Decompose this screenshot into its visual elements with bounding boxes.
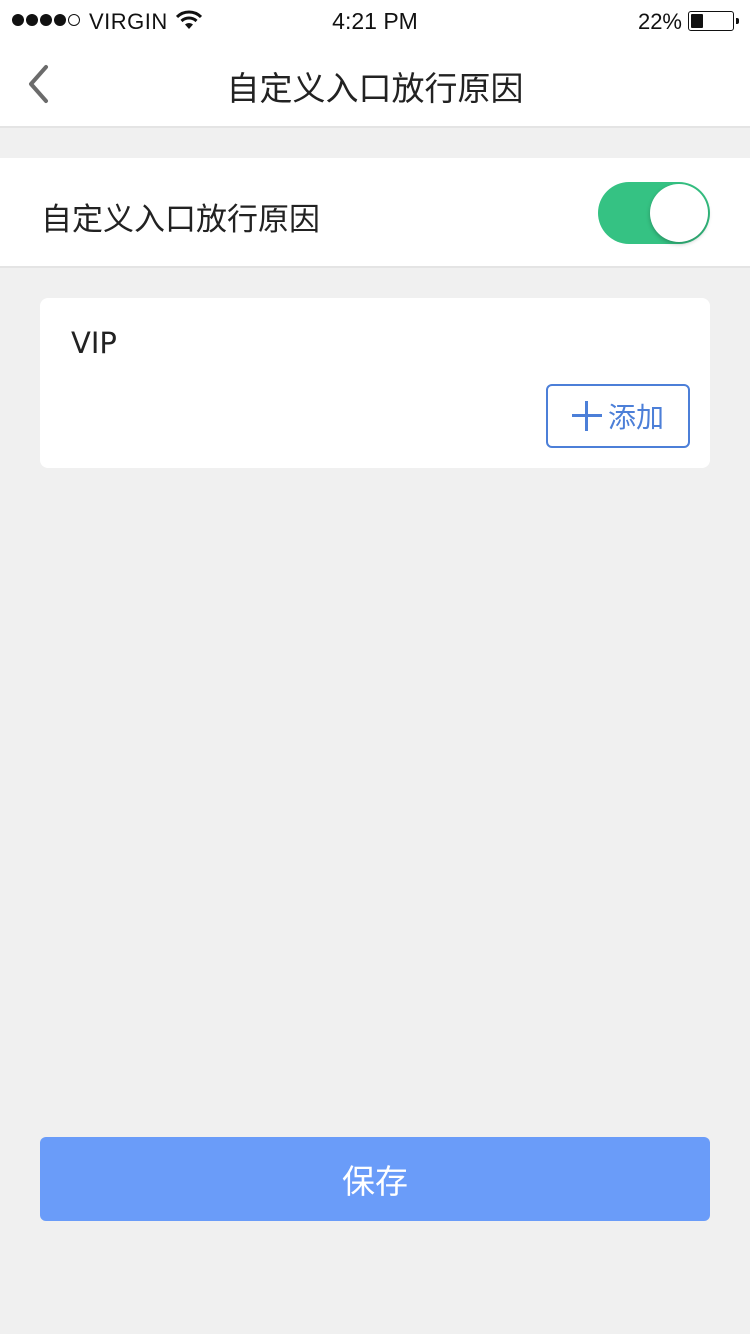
page-title: 自定义入口放行原因: [226, 69, 524, 108]
battery-icon: [688, 11, 739, 31]
toggle-label: 自定义入口放行原因: [41, 202, 320, 238]
custom-reason-switch[interactable]: [598, 182, 710, 244]
reason-item: VIP: [71, 326, 117, 360]
save-button[interactable]: 保存: [40, 1137, 710, 1221]
add-button-label: 添加: [607, 401, 664, 434]
custom-reason-toggle-row: 自定义入口放行原因: [0, 158, 750, 268]
reasons-card: VIP 添加: [40, 298, 710, 468]
add-reason-button[interactable]: 添加: [546, 384, 690, 448]
battery-percent: 22%: [637, 9, 682, 34]
status-bar: VIRGIN 4:21 PM 22%: [0, 0, 750, 40]
switch-knob: [650, 184, 708, 242]
navigation-bar: 自定义入口放行原因: [0, 40, 750, 128]
plus-icon: [571, 401, 602, 431]
